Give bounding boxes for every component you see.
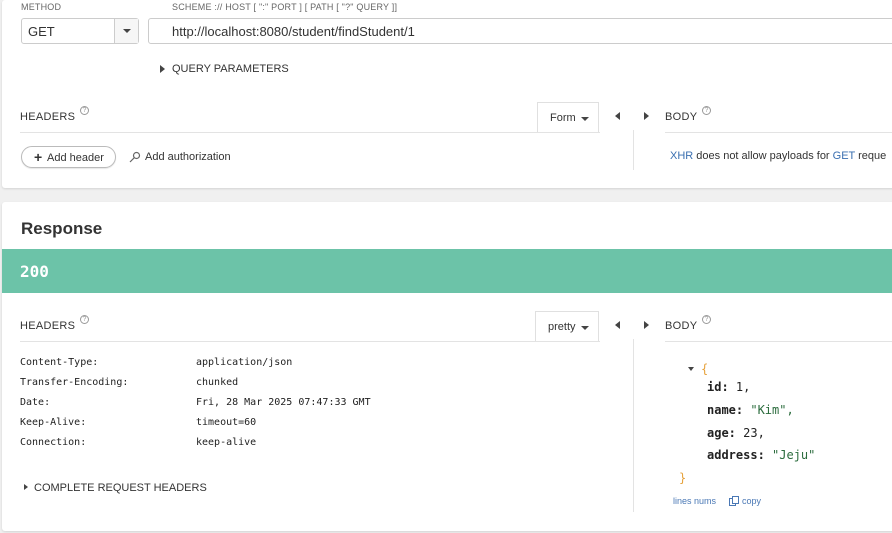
header-value: keep-alive bbox=[196, 437, 257, 448]
query-parameters-toggle[interactable]: QUERY PARAMETERS bbox=[158, 62, 308, 78]
panel-divider bbox=[633, 130, 634, 170]
help-icon[interactable]: ? bbox=[702, 315, 711, 324]
chevron-down-icon bbox=[123, 29, 131, 33]
panel-divider bbox=[633, 339, 634, 512]
header-key: Date: bbox=[20, 397, 51, 408]
response-headers-mode-dropdown[interactable]: pretty bbox=[535, 311, 599, 341]
request-panel: METHOD SCHEME :// HOST [ ":" PORT ] [ PA… bbox=[2, 0, 892, 188]
method-value: GET bbox=[28, 24, 55, 39]
add-header-label: Add header bbox=[47, 152, 104, 164]
add-authorization-label: Add authorization bbox=[145, 151, 231, 163]
url-format-label: SCHEME :// HOST [ ":" PORT ] [ PATH [ "?… bbox=[172, 2, 398, 12]
help-icon[interactable]: ? bbox=[80, 106, 89, 115]
copy-button[interactable]: copy bbox=[729, 495, 769, 507]
chevron-down-icon bbox=[581, 326, 589, 330]
lines-nums-toggle[interactable]: lines nums bbox=[673, 496, 716, 506]
help-icon[interactable]: ? bbox=[80, 315, 89, 324]
header-value: timeout=60 bbox=[196, 417, 257, 428]
query-parameters-label: QUERY PARAMETERS bbox=[172, 63, 289, 75]
status-code: 200 bbox=[20, 262, 49, 281]
status-bar: 200 bbox=[2, 249, 892, 293]
collapse-left-icon[interactable] bbox=[615, 112, 620, 120]
expand-right-icon[interactable] bbox=[644, 321, 649, 329]
response-body-json: { id: 1, name: "Kim", age: 23, address: … bbox=[679, 362, 885, 492]
copy-icon bbox=[729, 496, 739, 506]
json-value: "Jeju" bbox=[772, 448, 816, 462]
header-key: Connection: bbox=[20, 437, 87, 448]
url-input[interactable] bbox=[148, 18, 892, 44]
response-headers-mode-value: pretty bbox=[548, 321, 576, 333]
json-field: age: 23, bbox=[707, 426, 765, 440]
request-headers-title: HEADERS bbox=[20, 111, 76, 123]
expand-arrow-icon bbox=[24, 484, 28, 490]
response-panel: Response 200 HEADERS ? pretty BODY ? Con… bbox=[2, 202, 892, 531]
copy-label: copy bbox=[742, 496, 762, 506]
collapse-json-icon[interactable] bbox=[688, 367, 694, 371]
expand-arrow-icon bbox=[160, 65, 165, 73]
json-key: id: bbox=[707, 380, 729, 394]
xhr-link[interactable]: XHR bbox=[670, 150, 693, 162]
method-label: METHOD bbox=[21, 2, 62, 12]
response-body-title: BODY bbox=[665, 320, 698, 332]
response-headers-title: HEADERS bbox=[20, 320, 76, 332]
divider bbox=[665, 132, 892, 133]
json-value: "Kim", bbox=[750, 403, 794, 417]
method-dropdown-toggle[interactable] bbox=[114, 19, 138, 43]
collapse-left-icon[interactable] bbox=[615, 321, 620, 329]
json-field: id: 1, bbox=[707, 380, 750, 394]
expand-right-icon[interactable] bbox=[644, 112, 649, 120]
json-key: address: bbox=[707, 448, 765, 462]
help-icon[interactable]: ? bbox=[702, 106, 711, 115]
json-open-brace: { bbox=[701, 362, 709, 376]
header-key: Content-Type: bbox=[20, 357, 99, 368]
divider bbox=[20, 132, 600, 133]
json-close-brace: } bbox=[679, 471, 687, 485]
body-note-text: does not allow payloads for bbox=[693, 150, 833, 162]
body-note-suffix: reque bbox=[855, 150, 887, 162]
body-note: XHR does not allow payloads for GET requ… bbox=[670, 150, 886, 162]
header-key: Transfer-Encoding: bbox=[20, 377, 129, 388]
response-title: Response bbox=[21, 219, 103, 238]
chevron-down-icon bbox=[581, 117, 589, 121]
divider bbox=[665, 341, 892, 342]
add-authorization-button[interactable]: Add authorization bbox=[129, 150, 249, 166]
key-icon bbox=[129, 151, 141, 163]
json-key: age: bbox=[707, 426, 736, 440]
header-value: application/json bbox=[196, 357, 293, 368]
headers-mode-dropdown[interactable]: Form bbox=[537, 102, 599, 132]
body-note-method: GET bbox=[832, 150, 856, 162]
plus-icon: + bbox=[34, 149, 43, 165]
json-value: 1, bbox=[735, 380, 751, 394]
add-header-button[interactable]: + Add header bbox=[21, 146, 116, 168]
json-value: 23, bbox=[743, 426, 765, 440]
json-key: name: bbox=[707, 403, 744, 417]
header-value: chunked bbox=[196, 377, 239, 388]
json-field: address: "Jeju" bbox=[707, 448, 815, 462]
complete-request-headers-label: COMPLETE REQUEST HEADERS bbox=[34, 482, 207, 494]
header-key: Keep-Alive: bbox=[20, 417, 87, 428]
header-value: Fri, 28 Mar 2025 07:47:33 GMT bbox=[196, 397, 371, 408]
method-select[interactable]: GET bbox=[21, 18, 139, 44]
json-field: name: "Kim", bbox=[707, 403, 794, 417]
request-body-title: BODY bbox=[665, 111, 698, 123]
headers-mode-value: Form bbox=[550, 112, 576, 124]
divider bbox=[20, 341, 600, 342]
complete-request-headers-toggle[interactable]: COMPLETE REQUEST HEADERS bbox=[22, 481, 222, 497]
